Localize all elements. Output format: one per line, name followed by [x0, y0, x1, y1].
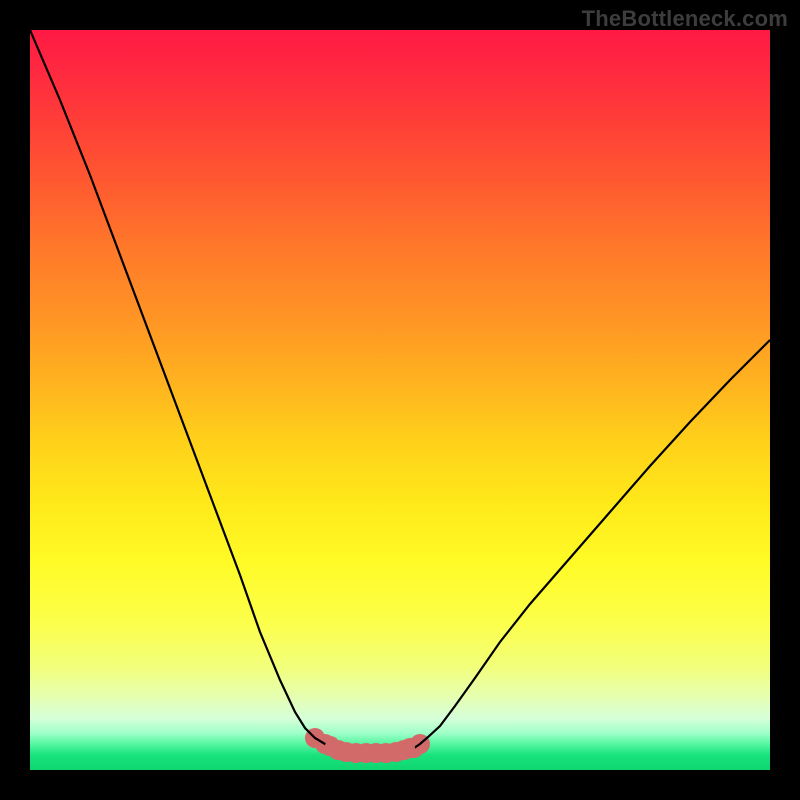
- left-curve: [30, 30, 332, 748]
- chart-frame: TheBottleneck.com: [0, 0, 800, 800]
- chart-svg: [30, 30, 770, 770]
- watermark-text: TheBottleneck.com: [582, 6, 788, 32]
- plot-area: [30, 30, 770, 770]
- right-curve: [410, 340, 770, 750]
